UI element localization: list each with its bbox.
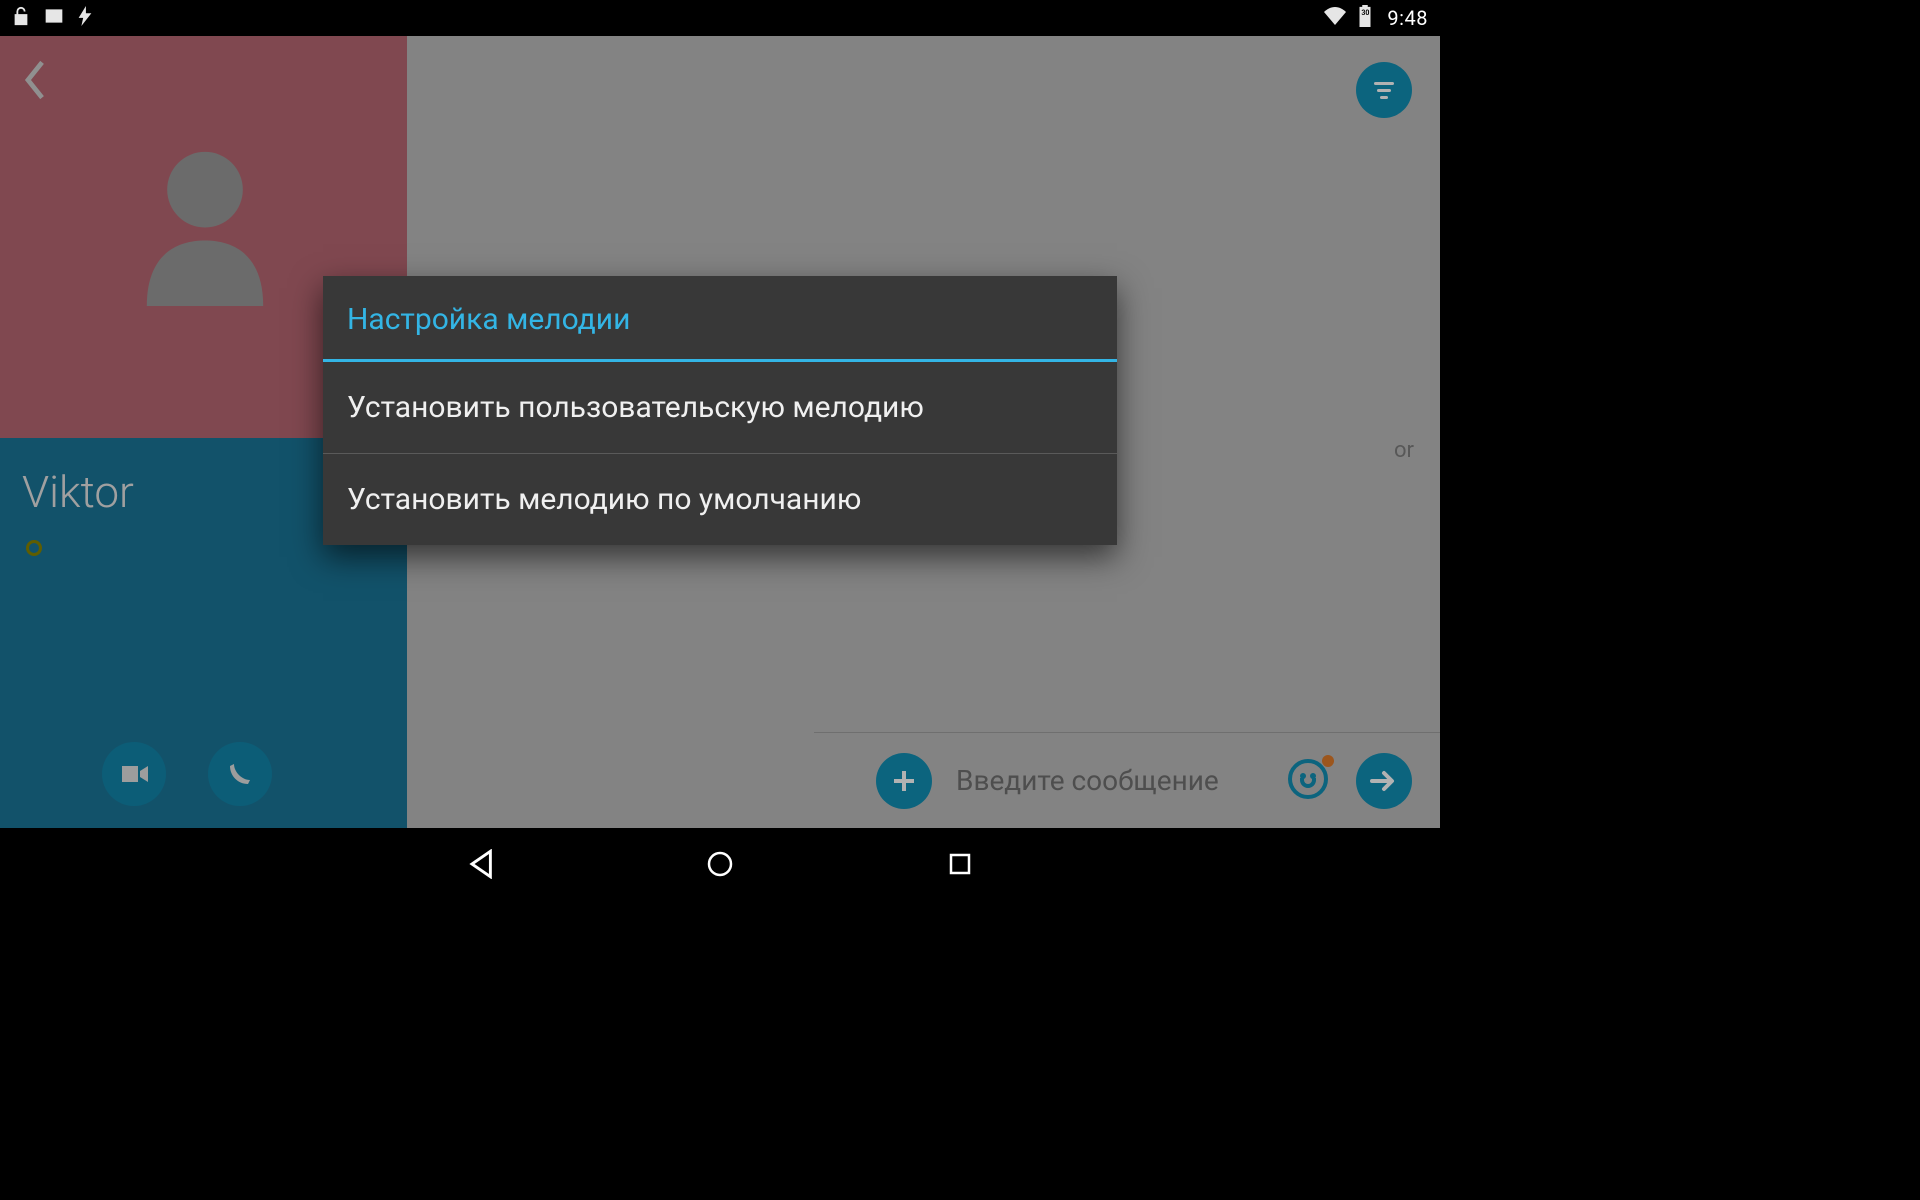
dialog-title: Настройка мелодии [323, 276, 1117, 359]
status-bar: 30 9:48 [0, 0, 1440, 36]
battery-icon: 30 [1357, 5, 1373, 32]
dialog-option-default-ringtone[interactable]: Установить мелодию по умолчанию [323, 454, 1117, 545]
ringtone-settings-dialog: Настройка мелодии Установить пользовател… [323, 276, 1117, 545]
image-icon [44, 7, 64, 30]
app-content: Viktor or Введите сообщение [0, 36, 1440, 828]
nav-back-button[interactable] [460, 844, 500, 884]
lock-open-icon [12, 6, 30, 31]
nav-recent-button[interactable] [940, 844, 980, 884]
battery-level-label: 30 [1357, 9, 1373, 17]
wifi-icon [1323, 7, 1347, 30]
navigation-bar [0, 828, 1440, 900]
nav-home-button[interactable] [700, 844, 740, 884]
lightning-icon [78, 6, 92, 31]
clock-label: 9:48 [1387, 6, 1428, 30]
dialog-option-custom-ringtone[interactable]: Установить пользовательскую мелодию [323, 362, 1117, 453]
